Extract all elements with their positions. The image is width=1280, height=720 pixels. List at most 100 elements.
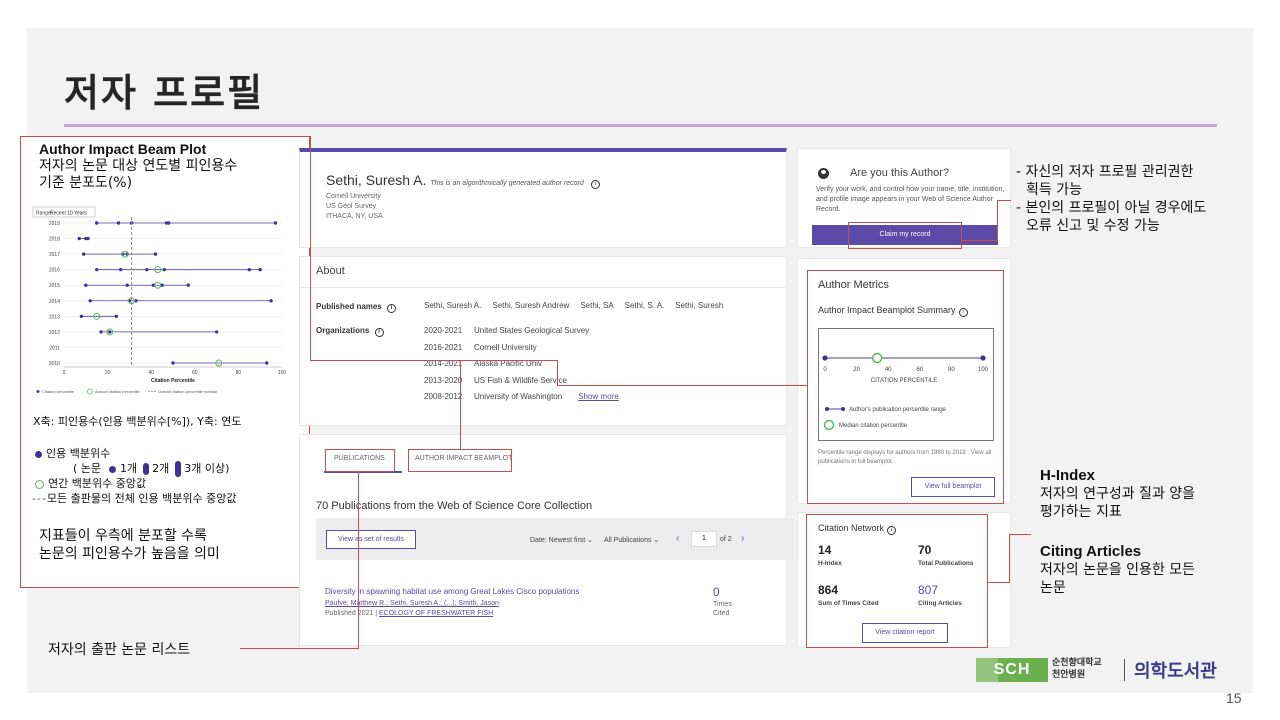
next-page-icon[interactable]: › [741,533,744,544]
count2-pill-icon [143,463,150,475]
hindex-annotation: H-Index 저자의 연구성과 질과 양을 평가하는 지표 [1040,467,1195,521]
range-value: Recent 10 Years [50,211,87,217]
citation-point [269,299,273,303]
published-names-list: Sethi, Suresh A. Sethi, Suresh Andrew Seth… [424,301,734,310]
page-input[interactable]: 1 [691,531,717,547]
claim-leader-v [997,200,998,241]
citation-point [79,314,84,319]
claim-heading: Are you this Author? [850,167,950,179]
legend-median-row: 연간 백분위수 중앙값 [35,475,146,491]
citation-point [86,236,90,241]
author-name-row: Sethi, Suresh A. This is an algorithmical… [326,172,600,189]
claim-description: Verify your work, and control how your n… [816,186,1005,213]
citation-point [214,330,219,334]
citation-point [273,221,278,225]
info-icon[interactable]: i [374,328,384,337]
publication-list-annotation: 저자의 출판 논문 리스트 [48,642,191,658]
organization-name: United States Geological Survey [474,326,590,335]
organization-row: 2013-2020 US Fish & Wildlife Service [424,376,567,385]
citing-annotation-title: Citing Articles [1040,543,1142,560]
organization-name: University of Washington [474,392,563,401]
filter-select[interactable]: All Publications ⌄ [604,536,659,544]
author-name: Sethi, Suresh A. [326,172,427,188]
show-more-link[interactable]: Show more [578,392,618,401]
info-icon[interactable]: i [387,304,397,313]
claim-note-3: - 본인의 프로필이 아닐 경우에도 [1016,200,1207,216]
generated-note: This is an algorithmically generated aut… [430,180,584,187]
sort-select[interactable]: Date: Newest first ⌄ [530,536,593,544]
beamplot-tab-highlight [408,449,512,472]
prev-page-icon[interactable]: ‹ [676,533,679,544]
year-tick: 2014 [49,299,60,305]
legend-point-swatch [36,390,40,393]
times-cited-label: Times Cited [713,601,732,617]
legend-overall-text: 모든 출판물의 전체 인용 백분위수 중앙값 [46,492,237,505]
citation-point [258,267,262,272]
organization-row: 2008-2012 University of Washington Show mo… [424,392,619,401]
about-title: About [316,265,345,277]
hindex-desc-2: 평가하는 지표 [1040,504,1122,520]
citation-point [99,330,103,334]
legend-median-text: 연간 백분위수 중앙값 [48,477,147,490]
times-cited-count[interactable]: 0 [713,585,720,599]
mini-beamplot: Range: Recent 10 Years 2019 2018 2017 2016 201… [30,205,293,401]
published-names-label: Published names i [316,302,397,313]
paper-published: Published 2021 | ECOLOGY OF FRESHWATER F… [325,610,494,617]
published-name: Sethi, SA [580,301,614,310]
publist-leader-vertical [358,472,359,649]
citing-annotation: Citing Articles 저자의 논문을 인용한 모든 논문 [1040,543,1195,597]
page-number: 15 [1226,690,1242,706]
legend-annual: Annual citation percentile [95,389,140,394]
legend-count2: 2개 [152,462,170,475]
year-tick: 2019 [49,221,60,227]
citation-point [108,330,112,334]
organization-name: US Fish & Wildlife Service [474,375,567,385]
year-tick: 2010 [49,361,60,367]
axis-note: X축: 피인용수(인용 백분위수[%]), Y축: 연도 [33,415,242,428]
sch-logo-mark: SCH [976,658,1048,682]
median-ring-icon [35,479,44,489]
x-tick: 80 [236,370,242,376]
year-tick: 2013 [49,314,60,320]
slide-title: 저자 프로필 [64,71,265,115]
x-axis-label: Citation Percentile [151,378,195,384]
about-card: About Published names i Sethi, Suresh A.… [299,256,787,426]
network-leader-h2 [1009,534,1031,535]
metrics-highlight [807,270,1004,504]
mini-beamplot-svg: Range:Recent 10 Years2019201820172016201… [32,206,286,395]
person-icon [818,168,829,179]
claim-note-1: - 자신의 저자 프로필 관리권한 [1016,164,1194,180]
view-as-set-button[interactable]: View as set of results [326,530,416,549]
paper-authors[interactable]: Paufve, Matthew R.; Sethi, Suresh A.; (.… [325,600,499,607]
citation-point [88,299,92,303]
organization-years: 2008-2012 [424,392,463,401]
year-tick: 2017 [49,252,60,258]
year-tick: 2012 [49,330,60,336]
x-tick: 20 [105,370,111,376]
x-tick: 0 [63,370,66,376]
hindex-desc-1: 저자의 연구성과 질과 양을 [1040,486,1196,502]
info-icon[interactable]: i [590,180,600,189]
claim-annotation: - 자신의 저자 프로필 관리권한 획득 가능 - 본인의 프로필이 아닐 경우… [1016,163,1206,235]
citation-point [162,267,166,272]
citing-desc-2: 논문 [1040,580,1066,596]
claim-leader-h [962,240,998,241]
x-tick: 40 [148,370,154,376]
beamplot-box-desc: 저자의 논문 대상 연도별 피인용수 기준 분포도(%) [39,158,237,192]
citation-point [166,221,171,225]
slide: 저자 프로필 Author Impact Beam Plot 저자의 논문 대상… [0,0,1280,720]
organization-name: Cornell University [474,342,537,352]
x-tick: 60 [192,370,198,376]
citation-point [125,283,129,287]
organization-row: 2016-2021 Cornell University [424,343,537,352]
institution-logo: SCH 순천향대학교 천안병원 의학도서관 [976,655,1236,685]
journal-link[interactable]: ECOLOGY OF FRESHWATER FISH [379,610,493,617]
count1-dot-icon [109,465,117,473]
publications-tab-highlight [325,449,395,472]
paper-title-link[interactable]: Diversity in spawning habitat use among … [325,587,579,596]
citation-point [81,252,86,256]
year-tick: 2016 [49,268,60,274]
claim-button-highlight [848,222,962,249]
citation-point [116,221,121,225]
claim-leader-h2 [997,200,1011,201]
